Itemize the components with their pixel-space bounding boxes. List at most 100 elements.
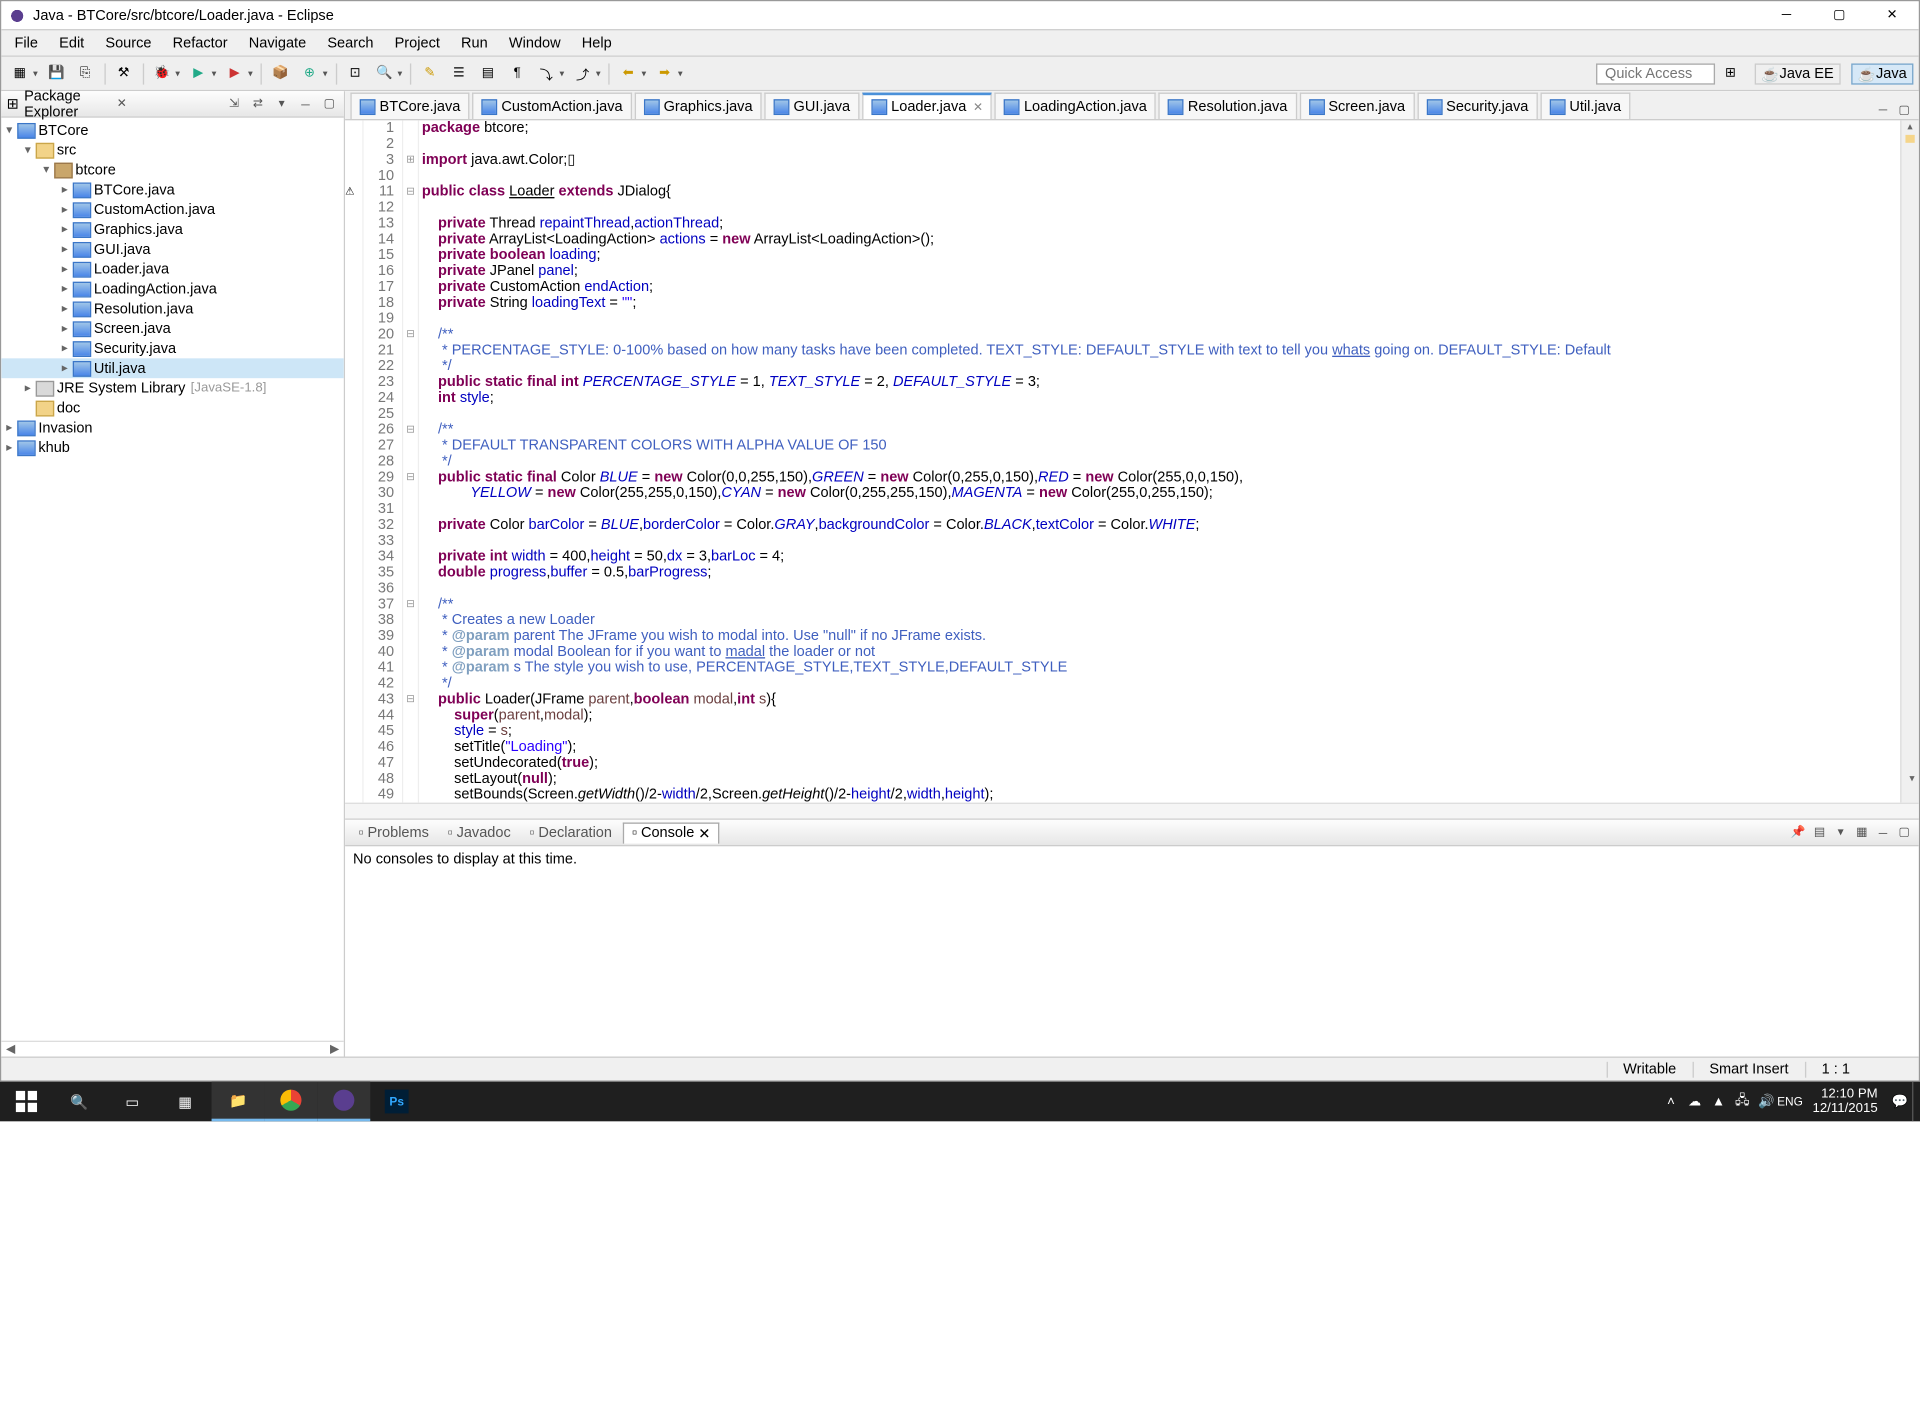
marker-gutter[interactable] [345,739,362,755]
marker-gutter[interactable] [345,533,362,549]
expand-icon[interactable]: ▾ [38,163,54,178]
fold-toggle[interactable] [403,247,418,263]
quick-access-input[interactable] [1596,63,1715,84]
code-line[interactable]: * PERCENTAGE_STYLE: 0-100% based on how … [422,342,1900,358]
new-console-icon[interactable]: ▦ [1853,823,1872,842]
code-line[interactable]: int style; [422,390,1900,406]
marker-gutter[interactable] [345,200,362,216]
minimize-view-icon[interactable]: ─ [296,95,315,114]
annotation-nav-button[interactable]: ⤵ [533,60,559,86]
marker-gutter[interactable] [345,279,362,295]
perspective-java[interactable]: ☕ Java [1851,63,1913,84]
fold-toggle[interactable] [403,787,418,803]
code-editor[interactable]: ⚠ 12310111213141516171819202122232425262… [345,120,1919,802]
code-line[interactable]: /** [422,327,1900,343]
line-number[interactable]: 2 [364,136,394,152]
editor-tab-graphics-java[interactable]: Graphics.java [635,93,762,119]
display-console-icon[interactable]: ▤ [1810,823,1829,842]
tree-node-btcore-java[interactable]: ▸BTCore.java [1,180,343,200]
line-number[interactable]: 24 [364,390,394,406]
line-number[interactable]: 35 [364,565,394,581]
fold-toggle[interactable]: ⊟ [403,422,418,438]
line-number[interactable]: 10 [364,168,394,184]
tree-node-loadingaction-java[interactable]: ▸LoadingAction.java [1,279,343,299]
marker-gutter[interactable] [345,120,362,136]
view-menu-icon[interactable]: ▾ [272,95,291,114]
code-line[interactable]: */ [422,676,1900,692]
code-line[interactable]: * @param s The style you wish to use, PE… [422,660,1900,676]
new-class-button[interactable]: ⊕ [296,60,322,86]
marker-gutter[interactable] [345,565,362,581]
fold-toggle[interactable] [403,612,418,628]
menu-help[interactable]: Help [571,32,622,53]
fold-toggle[interactable] [403,628,418,644]
search-button[interactable]: 🔍 [371,60,397,86]
code-line[interactable] [422,136,1900,152]
line-number[interactable]: 42 [364,676,394,692]
fold-toggle[interactable] [403,200,418,216]
editor-tab-gui-java[interactable]: GUI.java [764,93,859,119]
menu-navigate[interactable]: Navigate [238,32,317,53]
menu-search[interactable]: Search [317,32,384,53]
save-all-button[interactable]: ⎘ [72,60,98,86]
open-perspective-button[interactable]: ⊞ [1717,60,1743,86]
bottom-tab-declaration[interactable]: ▫Declaration [521,823,620,842]
code-line[interactable]: private String loadingText = ""; [422,295,1900,311]
search-button[interactable]: 🔍 [53,1082,106,1122]
line-number[interactable]: 30 [364,485,394,501]
editor-tab-security-java[interactable]: Security.java [1417,93,1538,119]
editor-tab-util-java[interactable]: Util.java [1540,93,1630,119]
code-line[interactable]: package btcore; [422,120,1900,136]
code-line[interactable]: /** [422,422,1900,438]
marker-gutter[interactable] [345,501,362,517]
expand-icon[interactable]: ▾ [1,123,17,138]
bottom-tab-console[interactable]: ▫Console✕ [623,822,720,843]
marker-gutter[interactable] [345,469,362,485]
line-number[interactable]: 14 [364,231,394,247]
code-line[interactable] [422,168,1900,184]
line-number[interactable]: 16 [364,263,394,279]
minimize-button[interactable]: ─ [1760,1,1813,30]
line-number[interactable]: 19 [364,311,394,327]
fold-toggle[interactable] [403,580,418,596]
line-number[interactable]: 38 [364,612,394,628]
code-line[interactable]: private int width = 400,height = 50,dx =… [422,549,1900,565]
marker-gutter[interactable] [345,660,362,676]
build-button[interactable]: ⚒ [110,60,136,86]
expand-icon[interactable]: ▸ [20,381,36,396]
fold-toggle[interactable] [403,390,418,406]
fold-toggle[interactable] [403,771,418,787]
editor-tab-customaction-java[interactable]: CustomAction.java [472,93,632,119]
code-line[interactable]: double progress,buffer = 0.5,barProgress… [422,565,1900,581]
fold-toggle[interactable] [403,739,418,755]
open-type-button[interactable]: ⊡ [342,60,368,86]
expand-icon[interactable]: ▸ [57,301,73,316]
close-tab-icon[interactable]: ✕ [698,824,710,841]
code-line[interactable]: private Thread repaintThread,actionThrea… [422,216,1900,232]
menu-edit[interactable]: Edit [49,32,95,53]
marker-gutter[interactable] [345,771,362,787]
marker-gutter[interactable] [345,454,362,470]
menu-source[interactable]: Source [95,32,162,53]
fold-toggle[interactable]: ⊞ [403,152,418,168]
calculator-button[interactable]: ▦ [159,1082,212,1122]
maximize-view-icon[interactable]: ▢ [320,95,339,114]
taskbar-clock[interactable]: 12:10 PM 12/11/2015 [1802,1087,1888,1116]
code-line[interactable]: import java.awt.Color;▯ [422,152,1900,168]
marker-gutter[interactable] [345,707,362,723]
line-number[interactable]: 47 [364,755,394,771]
editor-tab-loadingaction-java[interactable]: LoadingAction.java [995,93,1156,119]
marker-gutter[interactable]: ⚠ [345,184,362,200]
line-number[interactable]: 36 [364,580,394,596]
tree-node-graphics-java[interactable]: ▸Graphics.java [1,220,343,240]
bottom-tab-javadoc[interactable]: ▫Javadoc [440,823,519,842]
code-line[interactable] [422,311,1900,327]
marker-gutter[interactable] [345,580,362,596]
marker-gutter[interactable] [345,676,362,692]
fold-toggle[interactable] [403,755,418,771]
fold-toggle[interactable] [403,374,418,390]
editor-tab-resolution-java[interactable]: Resolution.java [1159,93,1297,119]
marker-gutter[interactable] [345,755,362,771]
tray-volume-icon[interactable]: 🔊 [1754,1082,1778,1122]
fold-toggle[interactable] [403,406,418,422]
